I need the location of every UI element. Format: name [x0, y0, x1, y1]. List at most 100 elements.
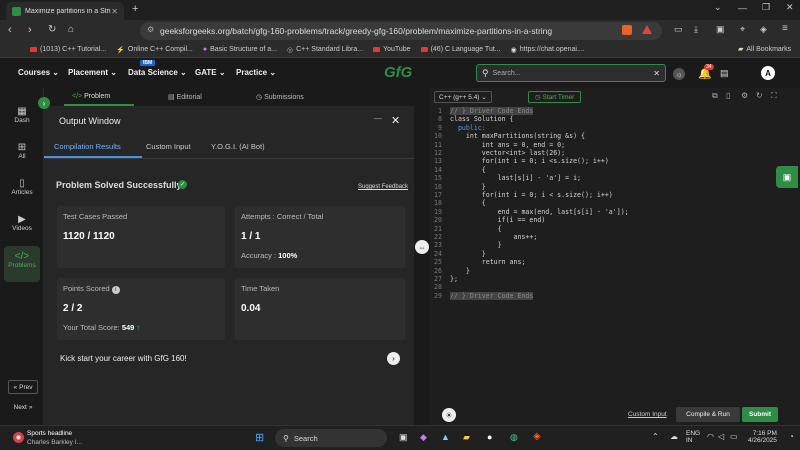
close-window-icon[interactable]: ✕: [786, 2, 794, 13]
bookmark-item[interactable]: ● Basic Structure of a...: [203, 46, 277, 53]
reset-icon[interactable]: ↻: [756, 91, 763, 100]
info-icon[interactable]: i: [111, 286, 120, 294]
language-select[interactable]: C++ (g++ 5.4) ⌄: [434, 91, 492, 103]
tab-submissions[interactable]: ◷ Submissions: [256, 93, 304, 101]
sidebar-item-all[interactable]: ⊞ All: [0, 142, 44, 160]
brave-icon[interactable]: ◈: [533, 431, 541, 442]
tab-search-icon[interactable]: ⌄: [714, 2, 722, 13]
theme-toggle-icon[interactable]: ☼: [673, 68, 685, 80]
avatar[interactable]: A: [761, 66, 775, 80]
teams-icon[interactable]: ▲: [441, 432, 450, 442]
all-bookmarks[interactable]: ▰ All Bookmarks: [738, 45, 791, 54]
github-icon[interactable]: ●: [487, 432, 492, 442]
test-cases-value: 1120 / 1120: [63, 231, 115, 242]
sidebar-item-articles[interactable]: ▯ Articles: [0, 178, 44, 196]
settings-icon[interactable]: ⚙: [741, 91, 748, 100]
suggest-feedback-link[interactable]: Suggest Feedback: [358, 184, 408, 190]
custom-input-link[interactable]: Custom Input: [628, 411, 667, 418]
chevron-right-icon[interactable]: ›: [387, 352, 400, 365]
line-number: 8: [438, 115, 442, 124]
start-timer-button[interactable]: ◷ Start Timer: [528, 91, 582, 103]
back-icon[interactable]: ‹: [8, 24, 12, 36]
taskbar-search[interactable]: ⚲ Search: [275, 429, 387, 447]
minimize-icon[interactable]: —: [738, 3, 747, 13]
nav-practice[interactable]: Practice ⌄: [236, 68, 276, 77]
close-panel-icon[interactable]: ✕: [391, 114, 400, 127]
sidebar-item-videos[interactable]: ▶ Videos: [0, 214, 44, 232]
task-view-icon[interactable]: ▣: [399, 432, 408, 443]
new-tab-icon[interactable]: +: [132, 3, 138, 15]
nav-data-science[interactable]: Data Science ⌄: [128, 68, 187, 77]
nav-placement[interactable]: Placement ⌄: [68, 68, 117, 77]
menu-icon[interactable]: ≡: [782, 23, 788, 34]
news-title[interactable]: Sports headline: [27, 430, 72, 437]
download-icon[interactable]: ⤓: [694, 24, 698, 35]
sidebar-item-problems[interactable]: </> Problems: [4, 246, 40, 282]
youtube-icon: [30, 47, 37, 52]
bookmark-item[interactable]: (1013) C++ Tutorial...: [30, 46, 106, 53]
notifications-icon[interactable]: ◔: [789, 432, 794, 441]
ibm-badge: IBM: [140, 60, 156, 66]
vpn-icon[interactable]: ⌖: [740, 24, 745, 35]
copilot-icon[interactable]: ◆: [420, 432, 427, 443]
code-line: last[s[i] - 'a'] = i;: [450, 174, 582, 183]
gfg-logo[interactable]: GfG: [384, 64, 412, 81]
close-tab-icon[interactable]: ✕: [111, 7, 118, 16]
clear-search-icon[interactable]: ✕: [653, 69, 660, 78]
bookmark-item[interactable]: (46) C Language Tut...: [420, 46, 501, 53]
cloud-icon[interactable]: ☁: [670, 432, 678, 441]
output-title: Output Window: [59, 116, 121, 126]
pane-divider[interactable]: ⇔: [414, 88, 430, 425]
shield-icon[interactable]: ◈: [760, 24, 767, 35]
tab-editorial[interactable]: ▤ Editorial: [168, 93, 202, 101]
windows-start-icon[interactable]: ⊞: [255, 431, 264, 444]
expand-sidebar-icon[interactable]: ›: [38, 97, 50, 109]
clock[interactable]: 7:16 PM 4/26/2025: [748, 430, 777, 444]
chat-icon[interactable]: ▣: [776, 166, 798, 188]
sidebar-toggle-icon[interactable]: ▭: [674, 24, 683, 35]
file-icon[interactable]: ▯: [726, 91, 730, 100]
maximize-icon[interactable]: ❐: [762, 2, 770, 13]
bookmark-item[interactable]: YouTube: [373, 46, 411, 53]
forward-icon[interactable]: ›: [28, 24, 32, 36]
drag-handle-icon[interactable]: ⇔: [415, 240, 429, 254]
prev-button[interactable]: « Prev: [8, 380, 38, 394]
code-area[interactable]: 1 // } Driver Code Ends 8 class Solution {…: [430, 106, 800, 406]
battery-icon[interactable]: ▭: [730, 432, 738, 441]
chrome-icon[interactable]: ◍: [510, 432, 518, 443]
reload-icon[interactable]: ↻: [48, 24, 56, 35]
bookmark-item[interactable]: ◉ https://chat.openai....: [511, 46, 585, 54]
url-input[interactable]: ⚙ geeksforgeeks.org/batch/gfg-160-proble…: [140, 22, 662, 40]
tab-problem[interactable]: </> Problem: [72, 93, 110, 100]
brave-shield-icon[interactable]: [622, 25, 632, 35]
volume-icon[interactable]: ◁: [718, 432, 724, 441]
file-explorer-icon[interactable]: ▰: [463, 432, 470, 443]
wifi-icon[interactable]: ◠: [707, 432, 714, 441]
minimize-panel-icon[interactable]: —: [374, 114, 382, 123]
bookmark-item[interactable]: ⚡ Online C++ Compil...: [116, 46, 193, 54]
nav-courses[interactable]: Courses ⌄: [18, 68, 59, 77]
wallet-icon[interactable]: ▣: [716, 24, 725, 35]
news-widget-icon[interactable]: ◉: [13, 432, 24, 443]
next-button[interactable]: Next »: [8, 400, 38, 414]
news-icon[interactable]: ▤: [720, 68, 729, 79]
copy-icon[interactable]: ⧉: [712, 91, 718, 101]
language-indicator[interactable]: ENG IN: [686, 430, 700, 444]
bookmark-item[interactable]: ◎ C++ Standard Libra...: [287, 46, 363, 54]
time-label: Time Taken: [241, 284, 280, 293]
tab-compilation-results[interactable]: Compilation Results: [54, 142, 121, 151]
site-info-icon[interactable]: ⚙: [147, 25, 154, 34]
fullscreen-icon[interactable]: ⛶: [771, 91, 777, 101]
search-input[interactable]: ⚲ Search... ✕: [476, 64, 666, 82]
tray-chevron-icon[interactable]: ⌃: [652, 432, 659, 441]
submit-button[interactable]: Submit: [742, 407, 778, 422]
brave-rewards-icon[interactable]: [642, 25, 652, 34]
sidebar-item-dash[interactable]: ▦ Dash: [0, 106, 44, 124]
browser-tab[interactable]: Maximize partitions in a String ✕: [6, 2, 124, 20]
compile-run-button[interactable]: Compile & Run: [676, 407, 740, 422]
tab-custom-input[interactable]: Custom Input: [146, 142, 191, 151]
home-icon[interactable]: ⌂: [68, 24, 74, 35]
bulb-icon[interactable]: ☀: [442, 408, 456, 422]
nav-gate[interactable]: GATE ⌄: [195, 68, 226, 77]
tab-yogi-bot[interactable]: Y.O.G.I. (AI Bot): [211, 142, 265, 151]
